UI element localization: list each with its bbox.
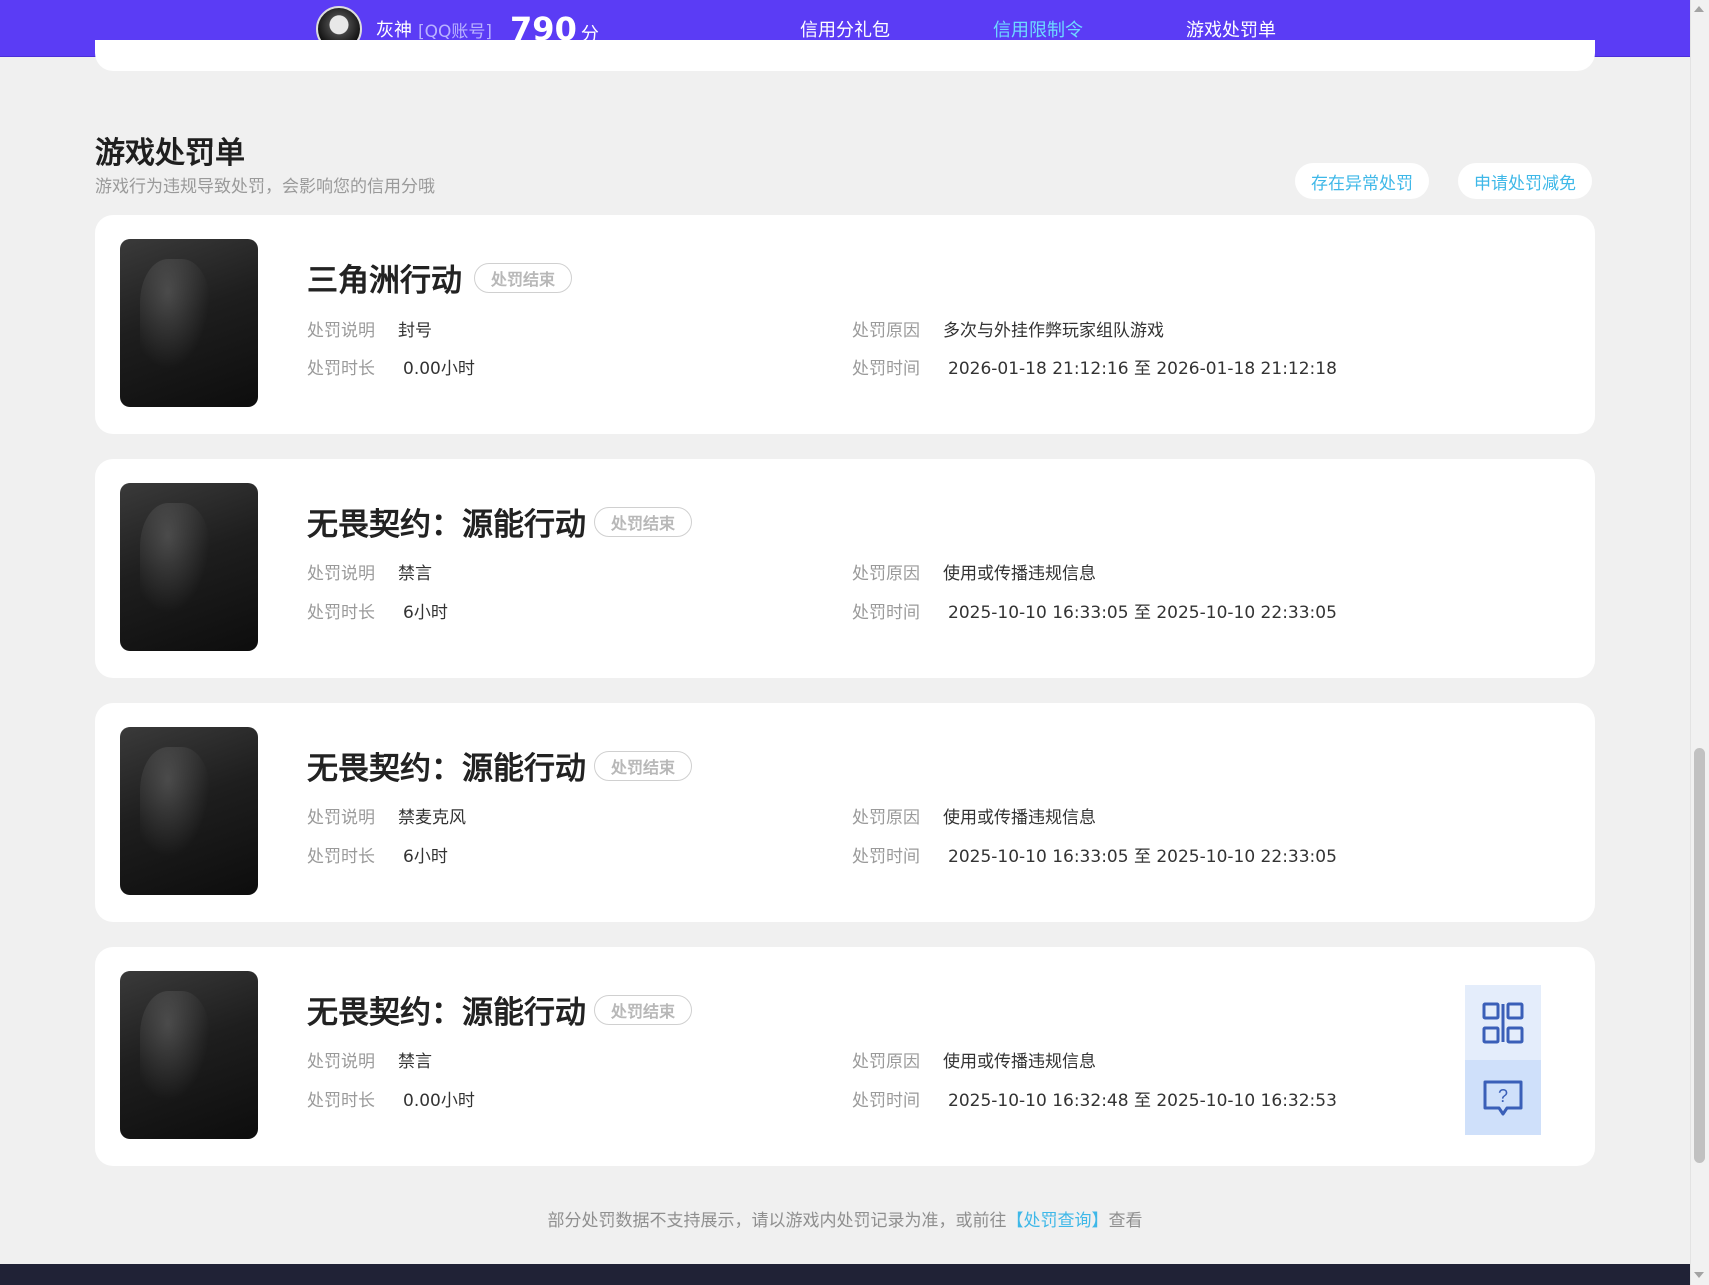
footer-note: 部分处罚数据不支持展示，请以游戏内处罚记录为准，或前往【处罚查询】查看: [0, 1206, 1690, 1231]
penalty-time-label: 处罚时间: [852, 359, 920, 379]
username: 灰神: [376, 20, 412, 41]
account-type: [QQ账号]: [418, 21, 493, 42]
scroll-down-arrow-icon[interactable]: [1694, 1272, 1704, 1278]
svg-text:?: ?: [1498, 1086, 1508, 1106]
penalty-card: 无畏契约：源能行动 处罚结束 处罚说明 禁言 处罚时长 0.00小时 处罚原因 …: [95, 947, 1595, 1166]
penalty-duration-label: 处罚时长: [307, 847, 375, 867]
penalty-reason-value: 使用或传播违规信息: [943, 564, 1096, 584]
bottom-bar: [0, 1264, 1690, 1285]
game-thumbnail: [120, 239, 258, 407]
page: 灰神 [QQ账号] 790 分 信用分礼包 信用限制令 游戏处罚单 游戏处罚单 …: [0, 0, 1709, 1285]
penalty-time-label: 处罚时间: [852, 603, 920, 623]
penalty-reason-value: 使用或传播违规信息: [943, 808, 1096, 828]
footer-text-end: 查看: [1108, 1211, 1143, 1231]
penalty-duration-label: 处罚时长: [307, 1091, 375, 1111]
penalty-card: 无畏契约：源能行动 处罚结束 处罚说明 禁言 处罚时长 6小时 处罚原因 使用或…: [95, 459, 1595, 678]
penalty-duration-label: 处罚时长: [307, 603, 375, 623]
apply-penalty-reduction-button[interactable]: 申请处罚减免: [1458, 163, 1592, 199]
penalty-desc-label: 处罚说明: [307, 321, 375, 341]
game-title: 无畏契约：源能行动: [307, 751, 586, 787]
penalty-card: 三角洲行动 处罚结束 处罚说明 封号 处罚时长 0.00小时 处罚原因 多次与外…: [95, 215, 1595, 434]
scroll-up-arrow-icon[interactable]: [1694, 6, 1704, 12]
status-badge: 处罚结束: [474, 263, 573, 293]
penalty-reason-label: 处罚原因: [852, 321, 920, 341]
help-chat-button[interactable]: ?: [1465, 1060, 1541, 1135]
penalty-desc-label: 处罚说明: [307, 564, 375, 584]
penalty-desc-label: 处罚说明: [307, 1052, 375, 1072]
penalty-desc-value: 禁麦克风: [398, 808, 466, 828]
penalty-time-value: 2025-10-10 16:33:05 至 2025-10-10 22:33:0…: [948, 603, 1337, 623]
section-title: 游戏处罚单: [95, 136, 245, 171]
penalty-time-value: 2026-01-18 21:12:16 至 2026-01-18 21:12:1…: [948, 359, 1337, 379]
penalty-duration-label: 处罚时长: [307, 359, 375, 379]
penalty-reason-label: 处罚原因: [852, 1052, 920, 1072]
penalty-time-label: 处罚时间: [852, 847, 920, 867]
floating-toolbar: ?: [1465, 985, 1541, 1135]
status-badge: 处罚结束: [594, 995, 693, 1025]
penalty-reason-label: 处罚原因: [852, 808, 920, 828]
footer-text: 部分处罚数据不支持展示，请以游戏内处罚记录为准，或前往: [547, 1211, 1007, 1231]
game-thumbnail: [120, 483, 258, 651]
section-subtitle: 游戏行为违规导致处罚，会影响您的信用分哦: [95, 177, 435, 197]
penalty-query-link[interactable]: 【处罚查询】: [1007, 1211, 1109, 1231]
help-chat-icon: ?: [1483, 1080, 1523, 1115]
game-title: 无畏契约：源能行动: [307, 995, 586, 1031]
penalty-duration-value: 6小时: [403, 603, 448, 623]
game-thumbnail: [120, 971, 258, 1139]
game-title: 无畏契约：源能行动: [307, 507, 586, 543]
penalty-duration-value: 0.00小时: [403, 1091, 475, 1111]
game-title: 三角洲行动: [307, 263, 462, 299]
penalty-reason-value: 多次与外挂作弊玩家组队游戏: [943, 321, 1164, 341]
penalty-card: 无畏契约：源能行动 处罚结束 处罚说明 禁麦克风 处罚时长 6小时 处罚原因 使…: [95, 703, 1595, 922]
qr-code-button[interactable]: [1465, 985, 1541, 1060]
status-badge: 处罚结束: [594, 751, 693, 781]
qr-code-icon: [1482, 1002, 1524, 1043]
penalty-desc-value: 禁言: [398, 1052, 432, 1072]
penalty-duration-value: 0.00小时: [403, 359, 475, 379]
penalty-time-label: 处罚时间: [852, 1091, 920, 1111]
report-abnormal-penalty-button[interactable]: 存在异常处罚: [1295, 163, 1429, 199]
game-thumbnail: [120, 727, 258, 895]
penalty-desc-value: 禁言: [398, 564, 432, 584]
penalty-desc-label: 处罚说明: [307, 808, 375, 828]
penalty-time-value: 2025-10-10 16:32:48 至 2025-10-10 16:32:5…: [948, 1091, 1337, 1111]
penalty-reason-label: 处罚原因: [852, 564, 920, 584]
scrollbar-thumb[interactable]: [1694, 748, 1705, 1163]
penalty-reason-value: 使用或传播违规信息: [943, 1052, 1096, 1072]
status-badge: 处罚结束: [594, 507, 693, 537]
previous-card-bottom: [95, 40, 1595, 71]
penalty-desc-value: 封号: [398, 321, 432, 341]
penalty-time-value: 2025-10-10 16:33:05 至 2025-10-10 22:33:0…: [948, 847, 1337, 867]
penalty-duration-value: 6小时: [403, 847, 448, 867]
